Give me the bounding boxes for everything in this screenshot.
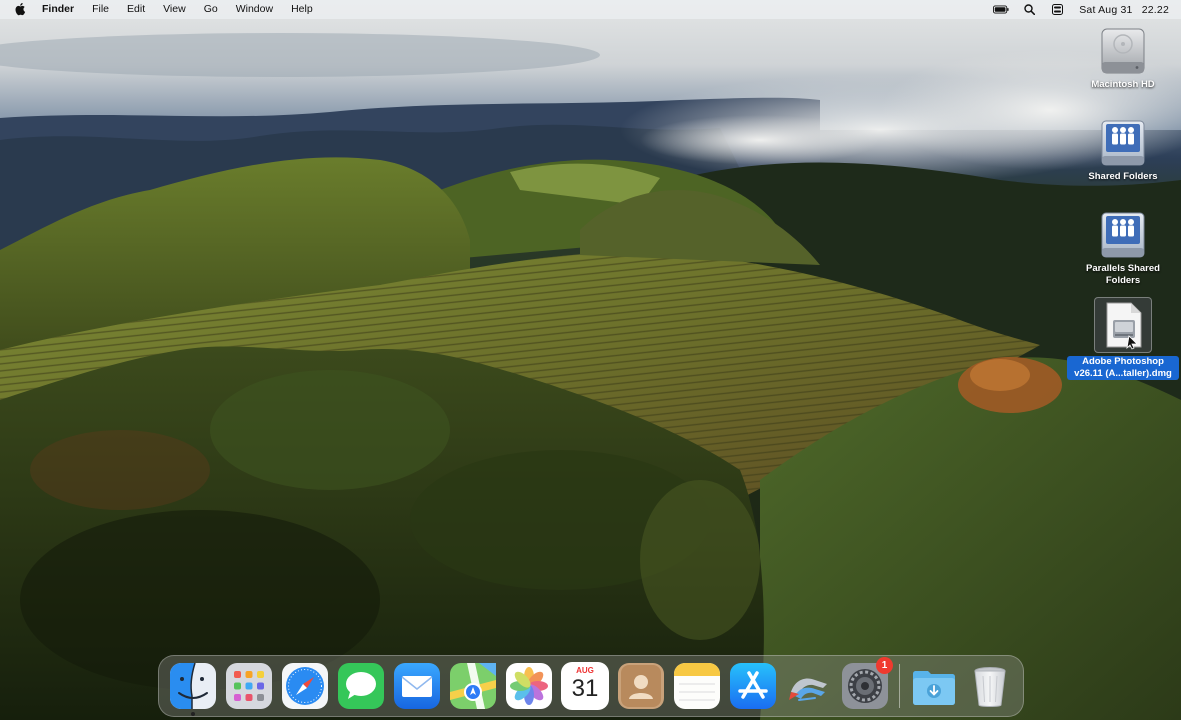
dock-downloads[interactable]: [910, 662, 958, 710]
photos-icon: [506, 663, 552, 709]
dock-calendar[interactable]: AUG 31: [561, 662, 609, 710]
mail-icon: [394, 663, 440, 709]
calendar-month: AUG: [576, 666, 594, 675]
dock-notes[interactable]: [673, 662, 721, 710]
menu-view[interactable]: View: [163, 0, 186, 19]
clock-time: 22.22: [1141, 3, 1169, 16]
dock-mail[interactable]: [393, 662, 441, 710]
apple-menu-icon[interactable]: [14, 3, 26, 16]
dock-finder[interactable]: [169, 662, 217, 716]
menu-clock[interactable]: Sat Aug 31 22.22: [1079, 4, 1169, 16]
messages-icon: [338, 663, 384, 709]
maps-icon: [450, 663, 496, 709]
downloads-folder-icon: [913, 671, 955, 705]
desktop-icon-photoshop-dmg[interactable]: Adobe Photoshop v26.11 (A...taller).dmg: [1065, 297, 1181, 380]
launchpad-icon: [226, 663, 272, 709]
app-store-icon: [730, 663, 776, 709]
menu-help[interactable]: Help: [291, 0, 313, 19]
wallpaper-landscape: [0, 0, 1181, 720]
menu-bar-right: Sat Aug 31 22.22: [981, 0, 1169, 19]
dock-contacts[interactable]: [617, 662, 665, 710]
dock-messages[interactable]: [337, 662, 385, 710]
parallels-icon: [789, 678, 827, 701]
menu-app-finder[interactable]: Finder: [42, 0, 74, 19]
dock-separator: [899, 664, 900, 708]
desktop-icon-shared-folders[interactable]: Shared Folders: [1065, 118, 1181, 183]
menu-file[interactable]: File: [92, 0, 109, 19]
calendar-day: 31: [571, 675, 599, 702]
dock-app-store[interactable]: [729, 662, 777, 710]
desktop-wallpaper: [0, 0, 1181, 720]
disk-image-icon: [1094, 297, 1152, 353]
dock-maps[interactable]: [449, 662, 497, 710]
finder-icon: [170, 662, 216, 709]
dock-parallels[interactable]: [785, 662, 833, 710]
desktop-icon-label: Shared Folders: [1088, 171, 1158, 182]
safari-icon: [282, 663, 328, 709]
shared-folder-icon: [1098, 118, 1148, 168]
hard-drive-icon: [1099, 26, 1147, 76]
menu-bar-left: Finder File Edit View Go Window Help: [14, 0, 331, 19]
menu-edit[interactable]: Edit: [127, 0, 145, 19]
desktop-icon-label: Adobe Photoshop v26.11 (A...taller).dmg: [1067, 356, 1179, 380]
clock-date: Sat Aug 31: [1079, 3, 1133, 16]
menu-go[interactable]: Go: [204, 0, 218, 19]
dock-photos[interactable]: [505, 662, 553, 710]
dock-launchpad[interactable]: [225, 662, 273, 710]
contacts-icon: [618, 663, 664, 709]
menu-window[interactable]: Window: [236, 0, 273, 19]
notes-icon: [674, 663, 720, 709]
desktop-icon-label: Parallels Shared Folders: [1086, 263, 1160, 286]
shared-folder-icon: [1098, 210, 1148, 260]
desktop-icon-macintosh-hd[interactable]: Macintosh HD: [1065, 26, 1181, 91]
dock-trash[interactable]: [966, 662, 1014, 710]
battery-icon[interactable]: [993, 4, 1009, 16]
dock-safari[interactable]: [281, 662, 329, 710]
trash-icon: [974, 667, 1006, 707]
menu-bar: Finder File Edit View Go Window Help Sat…: [0, 0, 1181, 19]
desktop-icon-label: Macintosh HD: [1091, 79, 1155, 90]
search-icon[interactable]: [1021, 4, 1037, 16]
notification-badge: 1: [876, 657, 893, 674]
desktop-icon-parallels-shared-folders[interactable]: Parallels Shared Folders: [1065, 210, 1181, 287]
control-center-icon[interactable]: [1049, 4, 1065, 16]
dock: AUG 31 1: [158, 655, 1024, 717]
dock-system-settings[interactable]: 1: [841, 657, 893, 710]
running-indicator: [191, 712, 195, 716]
